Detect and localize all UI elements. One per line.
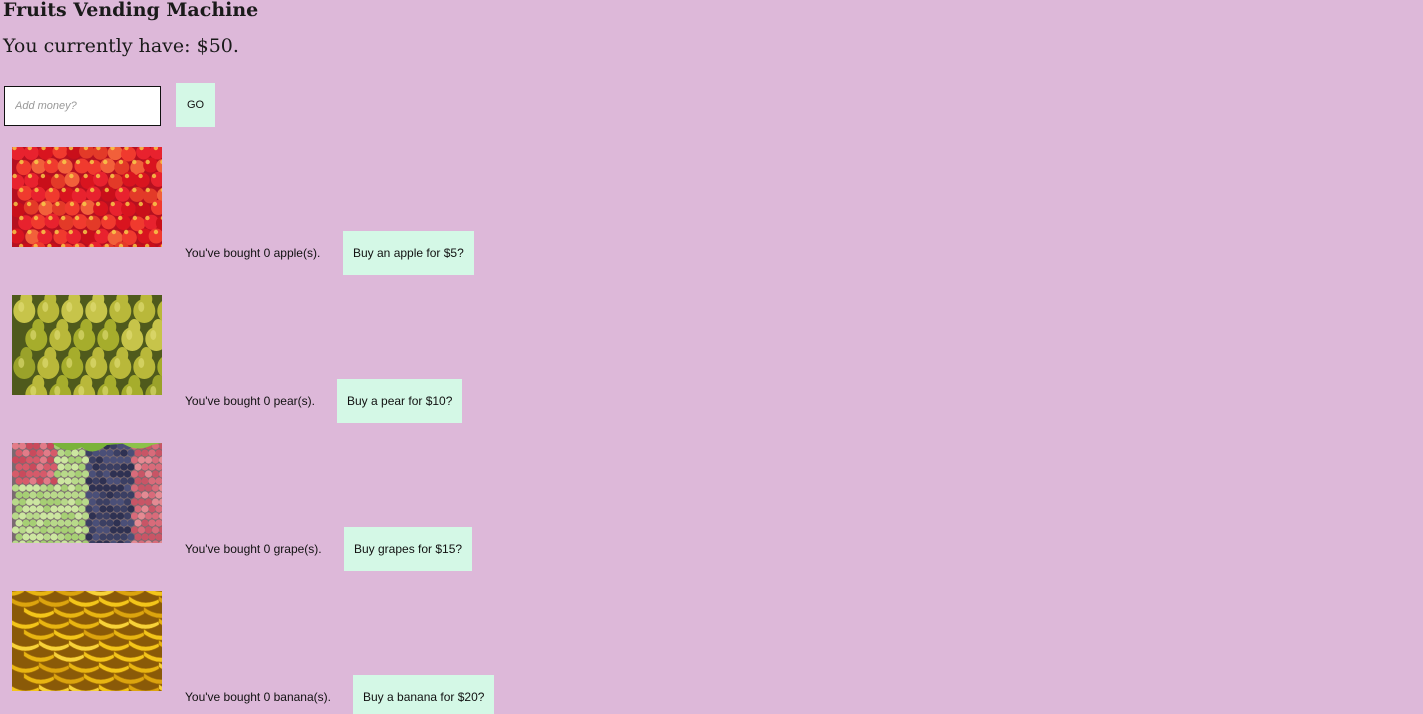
fruit-row-pear: You've bought 0 pear(s). Buy a pear for … xyxy=(0,295,700,443)
fruit-row-apple: You've bought 0 apple(s). Buy an apple f… xyxy=(0,147,700,295)
fruit-row-grape: You've bought 0 grape(s). Buy grapes for… xyxy=(0,443,700,591)
pear-bought-count: You've bought 0 pear(s). xyxy=(185,394,315,408)
fruit-row-banana: You've bought 0 banana(s). Buy a banana … xyxy=(0,591,700,714)
buy-banana-button[interactable]: Buy a banana for $20? xyxy=(353,675,495,714)
buy-apple-button[interactable]: Buy an apple for $5? xyxy=(343,231,474,275)
buy-pear-button[interactable]: Buy a pear for $10? xyxy=(337,379,463,423)
grape-image xyxy=(12,443,162,543)
go-button[interactable]: GO xyxy=(176,83,215,127)
pear-image xyxy=(12,295,162,395)
page-title: Fruits Vending Machine xyxy=(3,0,259,21)
apple-bought-count: You've bought 0 apple(s). xyxy=(185,246,321,260)
apple-image xyxy=(12,147,162,247)
balance-text: You currently have: $50. xyxy=(3,35,239,57)
vending-machine-page: Fruits Vending Machine You currently hav… xyxy=(0,0,1423,714)
banana-image xyxy=(12,591,162,691)
banana-bought-count: You've bought 0 banana(s). xyxy=(185,690,331,704)
buy-grapes-button[interactable]: Buy grapes for $15? xyxy=(344,527,473,571)
add-money-input[interactable] xyxy=(4,86,161,126)
grape-bought-count: You've bought 0 grape(s). xyxy=(185,542,322,556)
